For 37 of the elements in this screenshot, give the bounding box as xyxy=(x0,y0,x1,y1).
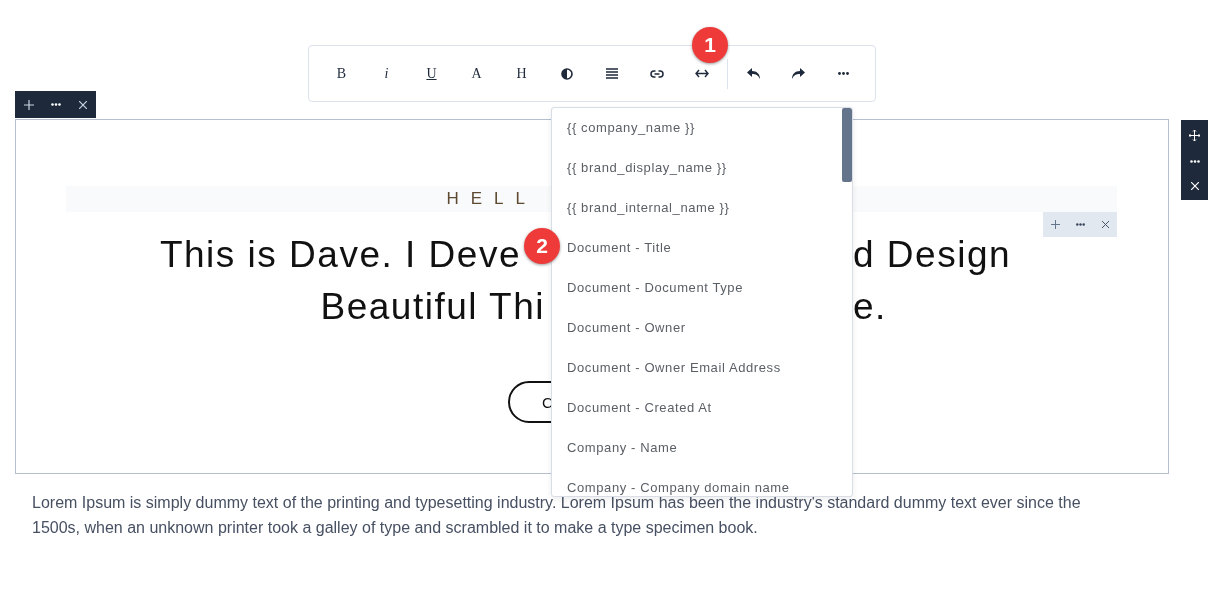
dropdown-item[interactable]: Document - Created At xyxy=(563,388,822,428)
undo-icon xyxy=(747,68,760,79)
dropdown-item[interactable]: Document - Document Type xyxy=(563,268,822,308)
contrast-icon xyxy=(560,67,573,80)
scrollbar-thumb[interactable] xyxy=(842,108,852,182)
heading-text: Beautiful Thi xyxy=(320,286,545,328)
more-icon[interactable] xyxy=(51,103,62,106)
more-icon[interactable] xyxy=(1076,223,1086,226)
format-button[interactable]: H xyxy=(499,58,544,89)
format-button[interactable]: A xyxy=(454,58,499,89)
redo-icon xyxy=(792,68,805,79)
dropdown-item[interactable]: Company - Name xyxy=(563,428,822,468)
eyebrow-text: HELL xyxy=(446,189,538,209)
step-badge: 2 xyxy=(524,228,560,264)
format-button[interactable]: B xyxy=(319,58,364,89)
dropdown-item[interactable]: {{ brand_internal_name }} xyxy=(563,188,822,228)
step-badge: 1 xyxy=(692,27,728,63)
link-icon xyxy=(649,69,664,78)
body-paragraph: Lorem Ipsum is simply dummy text of the printing and typesetting industry. Lorem Ipsum has been the industry's standard dummy text ever since the 1500s, when an unknown printer took a galley of type and scrambled it to make a type specimen book. xyxy=(32,494,1082,538)
dropdown-item[interactable]: {{ company_name }} xyxy=(563,108,822,148)
close-icon[interactable] xyxy=(1101,221,1109,228)
dropdown-item[interactable]: Company - Company domain name xyxy=(563,468,822,496)
more-icon[interactable] xyxy=(1189,160,1200,163)
heading-text: d Design xyxy=(853,234,1013,276)
heading-text: e. xyxy=(853,286,888,328)
heading-text: This is Dave. I Deve xyxy=(159,234,521,276)
format-button[interactable]: i xyxy=(364,58,409,89)
more-icon xyxy=(838,72,849,75)
add-icon[interactable] xyxy=(1051,220,1061,229)
dropdown-item[interactable]: Document - Owner Email Address xyxy=(563,348,822,388)
dropdown-item[interactable]: {{ brand_display_name }} xyxy=(563,148,822,188)
move-icon[interactable] xyxy=(1189,129,1200,141)
dropdown-item[interactable]: Document - Title xyxy=(563,228,822,268)
dropdown-item[interactable]: Document - Owner xyxy=(563,308,822,348)
double-arrow-icon xyxy=(694,69,709,78)
format-button[interactable]: U xyxy=(409,58,454,89)
align-icon xyxy=(605,68,618,79)
